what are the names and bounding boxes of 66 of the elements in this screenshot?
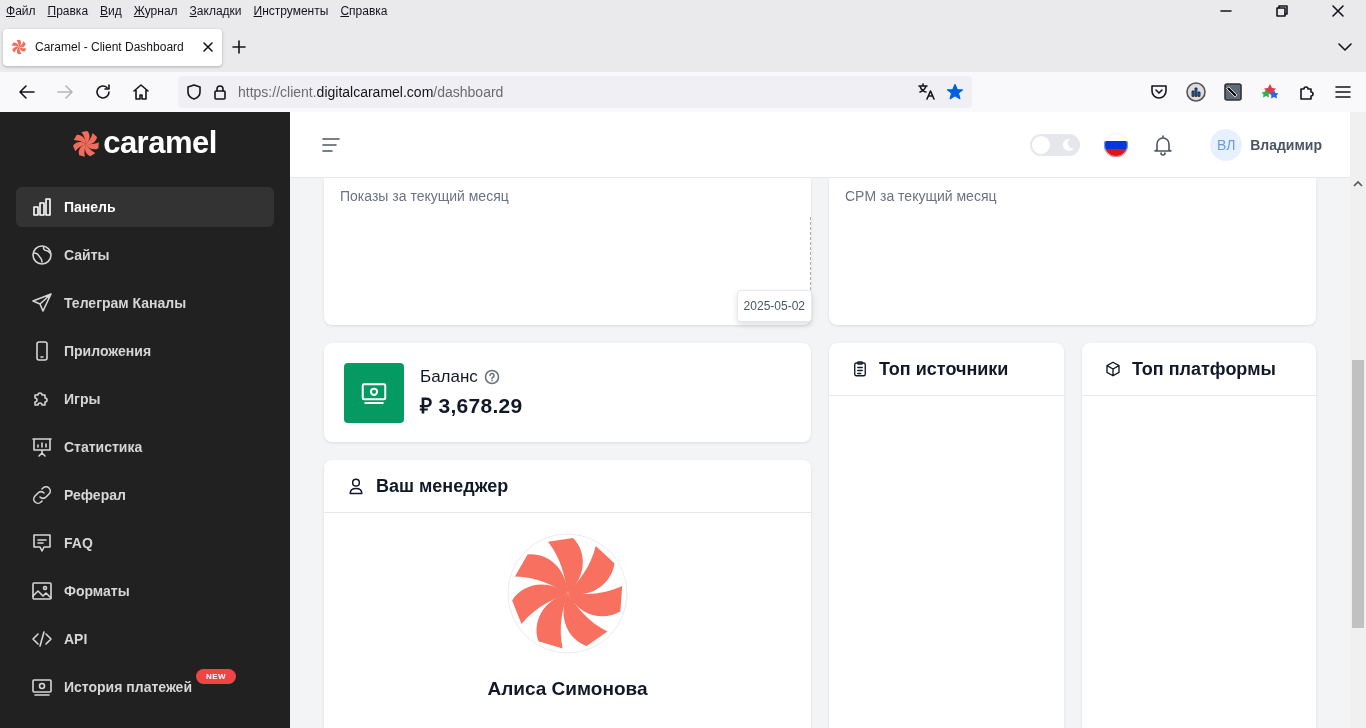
shield-icon[interactable] xyxy=(186,84,202,100)
link-icon xyxy=(30,483,54,507)
presentation-board-icon xyxy=(30,435,54,459)
manager-title: Ваш менеджер xyxy=(376,475,509,497)
help-icon[interactable] xyxy=(483,368,500,385)
scrollbar[interactable] xyxy=(1350,112,1366,728)
close-icon[interactable] xyxy=(202,41,214,53)
address-bar[interactable]: https://client.digitalcaramel.com/dashboard xyxy=(178,76,972,108)
sidebar-item[interactable]: FAQ xyxy=(16,523,274,563)
sidebar-item[interactable]: Телеграм Каналы xyxy=(16,283,274,323)
dark-mode-toggle[interactable] xyxy=(1030,133,1081,156)
stat-caption: CPM за текущий месяц xyxy=(845,188,997,204)
lock-icon[interactable] xyxy=(212,84,228,100)
user-icon xyxy=(346,476,366,496)
balance-title: Баланс xyxy=(420,366,478,387)
menu-item[interactable]: Справка xyxy=(340,4,388,18)
sidebar-item[interactable]: Форматы xyxy=(16,571,274,611)
balance-amount: ₽ 3,678.29 xyxy=(420,392,523,419)
sidebar-item[interactable]: Статистика xyxy=(16,427,274,467)
panel-title: Топ источники xyxy=(879,358,1009,380)
sidebar-item[interactable]: API xyxy=(16,619,274,659)
menu-item[interactable]: Файл xyxy=(6,4,36,18)
swirl-logo-icon xyxy=(73,130,100,157)
clipboard-icon xyxy=(851,360,869,378)
russian-flag-icon[interactable] xyxy=(1104,132,1129,157)
star-icon[interactable] xyxy=(946,83,964,101)
menu-item[interactable]: Правка xyxy=(47,4,89,18)
home-icon[interactable] xyxy=(132,83,150,101)
browser-tab[interactable]: Caramel - Client Dashboard xyxy=(3,28,222,66)
moon-icon xyxy=(1060,136,1077,153)
image-icon xyxy=(30,579,54,603)
menu-icon[interactable] xyxy=(1334,83,1352,101)
bar-chart-badge-icon[interactable] xyxy=(1186,82,1206,102)
brand-logo: caramel xyxy=(103,124,217,161)
url-text[interactable]: https://client.digitalcaramel.com/dashboard xyxy=(238,84,908,100)
sidebar-item[interactable]: Сайты xyxy=(16,235,274,275)
menu-item[interactable]: Инструменты xyxy=(253,4,329,18)
panel-title: Топ платформы xyxy=(1132,358,1276,380)
favicon-icon xyxy=(11,39,27,55)
sidebar-item[interactable]: История платежей NEW xyxy=(16,667,274,707)
bell-icon[interactable] xyxy=(1152,133,1175,156)
back-arrow-icon[interactable] xyxy=(18,83,36,101)
translate-icon[interactable] xyxy=(918,83,936,101)
pocket-icon[interactable] xyxy=(1150,83,1168,101)
sidebar-item[interactable]: Панель xyxy=(16,187,274,227)
menu-item[interactable]: Журнал xyxy=(133,4,178,18)
cube-icon xyxy=(1104,360,1122,378)
stat-caption: Показы за текущий месяц xyxy=(340,188,509,204)
user-name[interactable]: Владимир xyxy=(1250,136,1322,153)
sidebar-item[interactable]: Реферал xyxy=(16,475,274,515)
sidebar-item[interactable]: Игры xyxy=(16,379,274,419)
puzzle-icon[interactable] xyxy=(1298,83,1316,101)
ink-pen-icon[interactable] xyxy=(1224,83,1242,101)
globe-icon xyxy=(30,243,54,267)
reload-icon[interactable] xyxy=(94,83,112,101)
swirl-avatar-icon xyxy=(507,533,628,654)
chart-tooltip: 2025-05-02 xyxy=(736,290,812,322)
sidebar-item[interactable]: Приложения xyxy=(16,331,274,371)
bar-chart-icon xyxy=(30,195,54,219)
manager-name: Алиса Симонова xyxy=(487,678,648,700)
menu-item[interactable]: Закладки xyxy=(189,4,242,18)
menu-item[interactable]: Вид xyxy=(100,4,122,18)
plus-icon[interactable] xyxy=(232,40,246,54)
chat-bubble-icon xyxy=(30,531,54,555)
paper-plane-icon xyxy=(30,291,54,315)
new-badge: NEW xyxy=(196,669,237,684)
